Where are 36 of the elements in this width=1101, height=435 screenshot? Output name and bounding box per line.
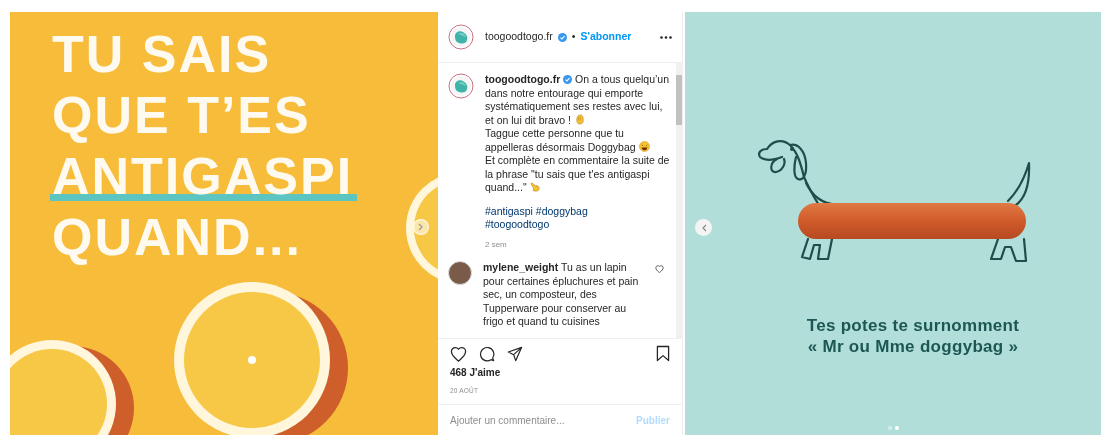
pointing-hand-emoji-icon [529,181,541,192]
chevron-left-icon [700,223,707,232]
more-options-icon[interactable] [660,35,672,39]
send-icon[interactable] [507,345,523,362]
avatar-placeholder[interactable] [448,261,472,285]
like-heart-icon[interactable] [655,265,664,273]
comment-text: mylene_weight Tu as un lapin pour certaines épluchures et pain sec, un composteur, des Tupperware pour conserver au frigo et quand tu cuisines [483,261,640,329]
hashtag-link[interactable]: #doggybag [535,204,588,217]
scrollbar-thumb[interactable] [676,75,682,125]
next-slide-button[interactable] [413,219,429,235]
username-link[interactable]: mylene_weight [483,261,559,273]
caption-text: Taggue cette personne que tu appelleras désormais Doggybag [485,127,670,154]
headline-text: QUE T’ES [52,85,311,146]
username-link[interactable]: toogoodtogo.fr [485,73,561,85]
likes-count: 468 J'aime [449,366,502,380]
comment-input[interactable]: Ajouter un commentaire... [450,414,637,426]
caption-text: Et complète en commentaire la suite de la phrase "tu sais que t'es antigaspi quand..." [485,154,670,195]
comment-icon[interactable] [479,345,495,362]
avatar-icon[interactable] [448,73,474,99]
hashtag-link[interactable]: #antigaspi [485,204,533,217]
username-link[interactable]: toogoodtogo.fr [485,30,553,44]
chevron-right-icon [418,223,424,231]
slide-caption: Tes potes te surnomment [806,315,1020,336]
hand-emoji-icon [573,113,585,125]
headline-text: TU SAIS [52,24,272,85]
post-time: 2 sem [485,238,508,251]
avatar-icon[interactable] [448,24,474,50]
slide-caption: « Mr ou Mme doggybag » [807,336,1019,357]
caption-text: toogoodtogo.fr On a tous quelqu’un dans notre entourage qui emporte systématiquement ses restes avec lui, et on lui dit bravo ! [485,73,670,127]
heart-icon[interactable] [450,345,467,362]
laughing-face-emoji-icon [638,140,650,152]
carousel-dot[interactable] [894,426,899,430]
headline-text: QUAND... [52,207,302,268]
hashtag-link[interactable]: #toogoodtogo [485,218,550,230]
separator-dot: • [571,30,576,44]
bookmark-icon[interactable] [656,345,670,362]
